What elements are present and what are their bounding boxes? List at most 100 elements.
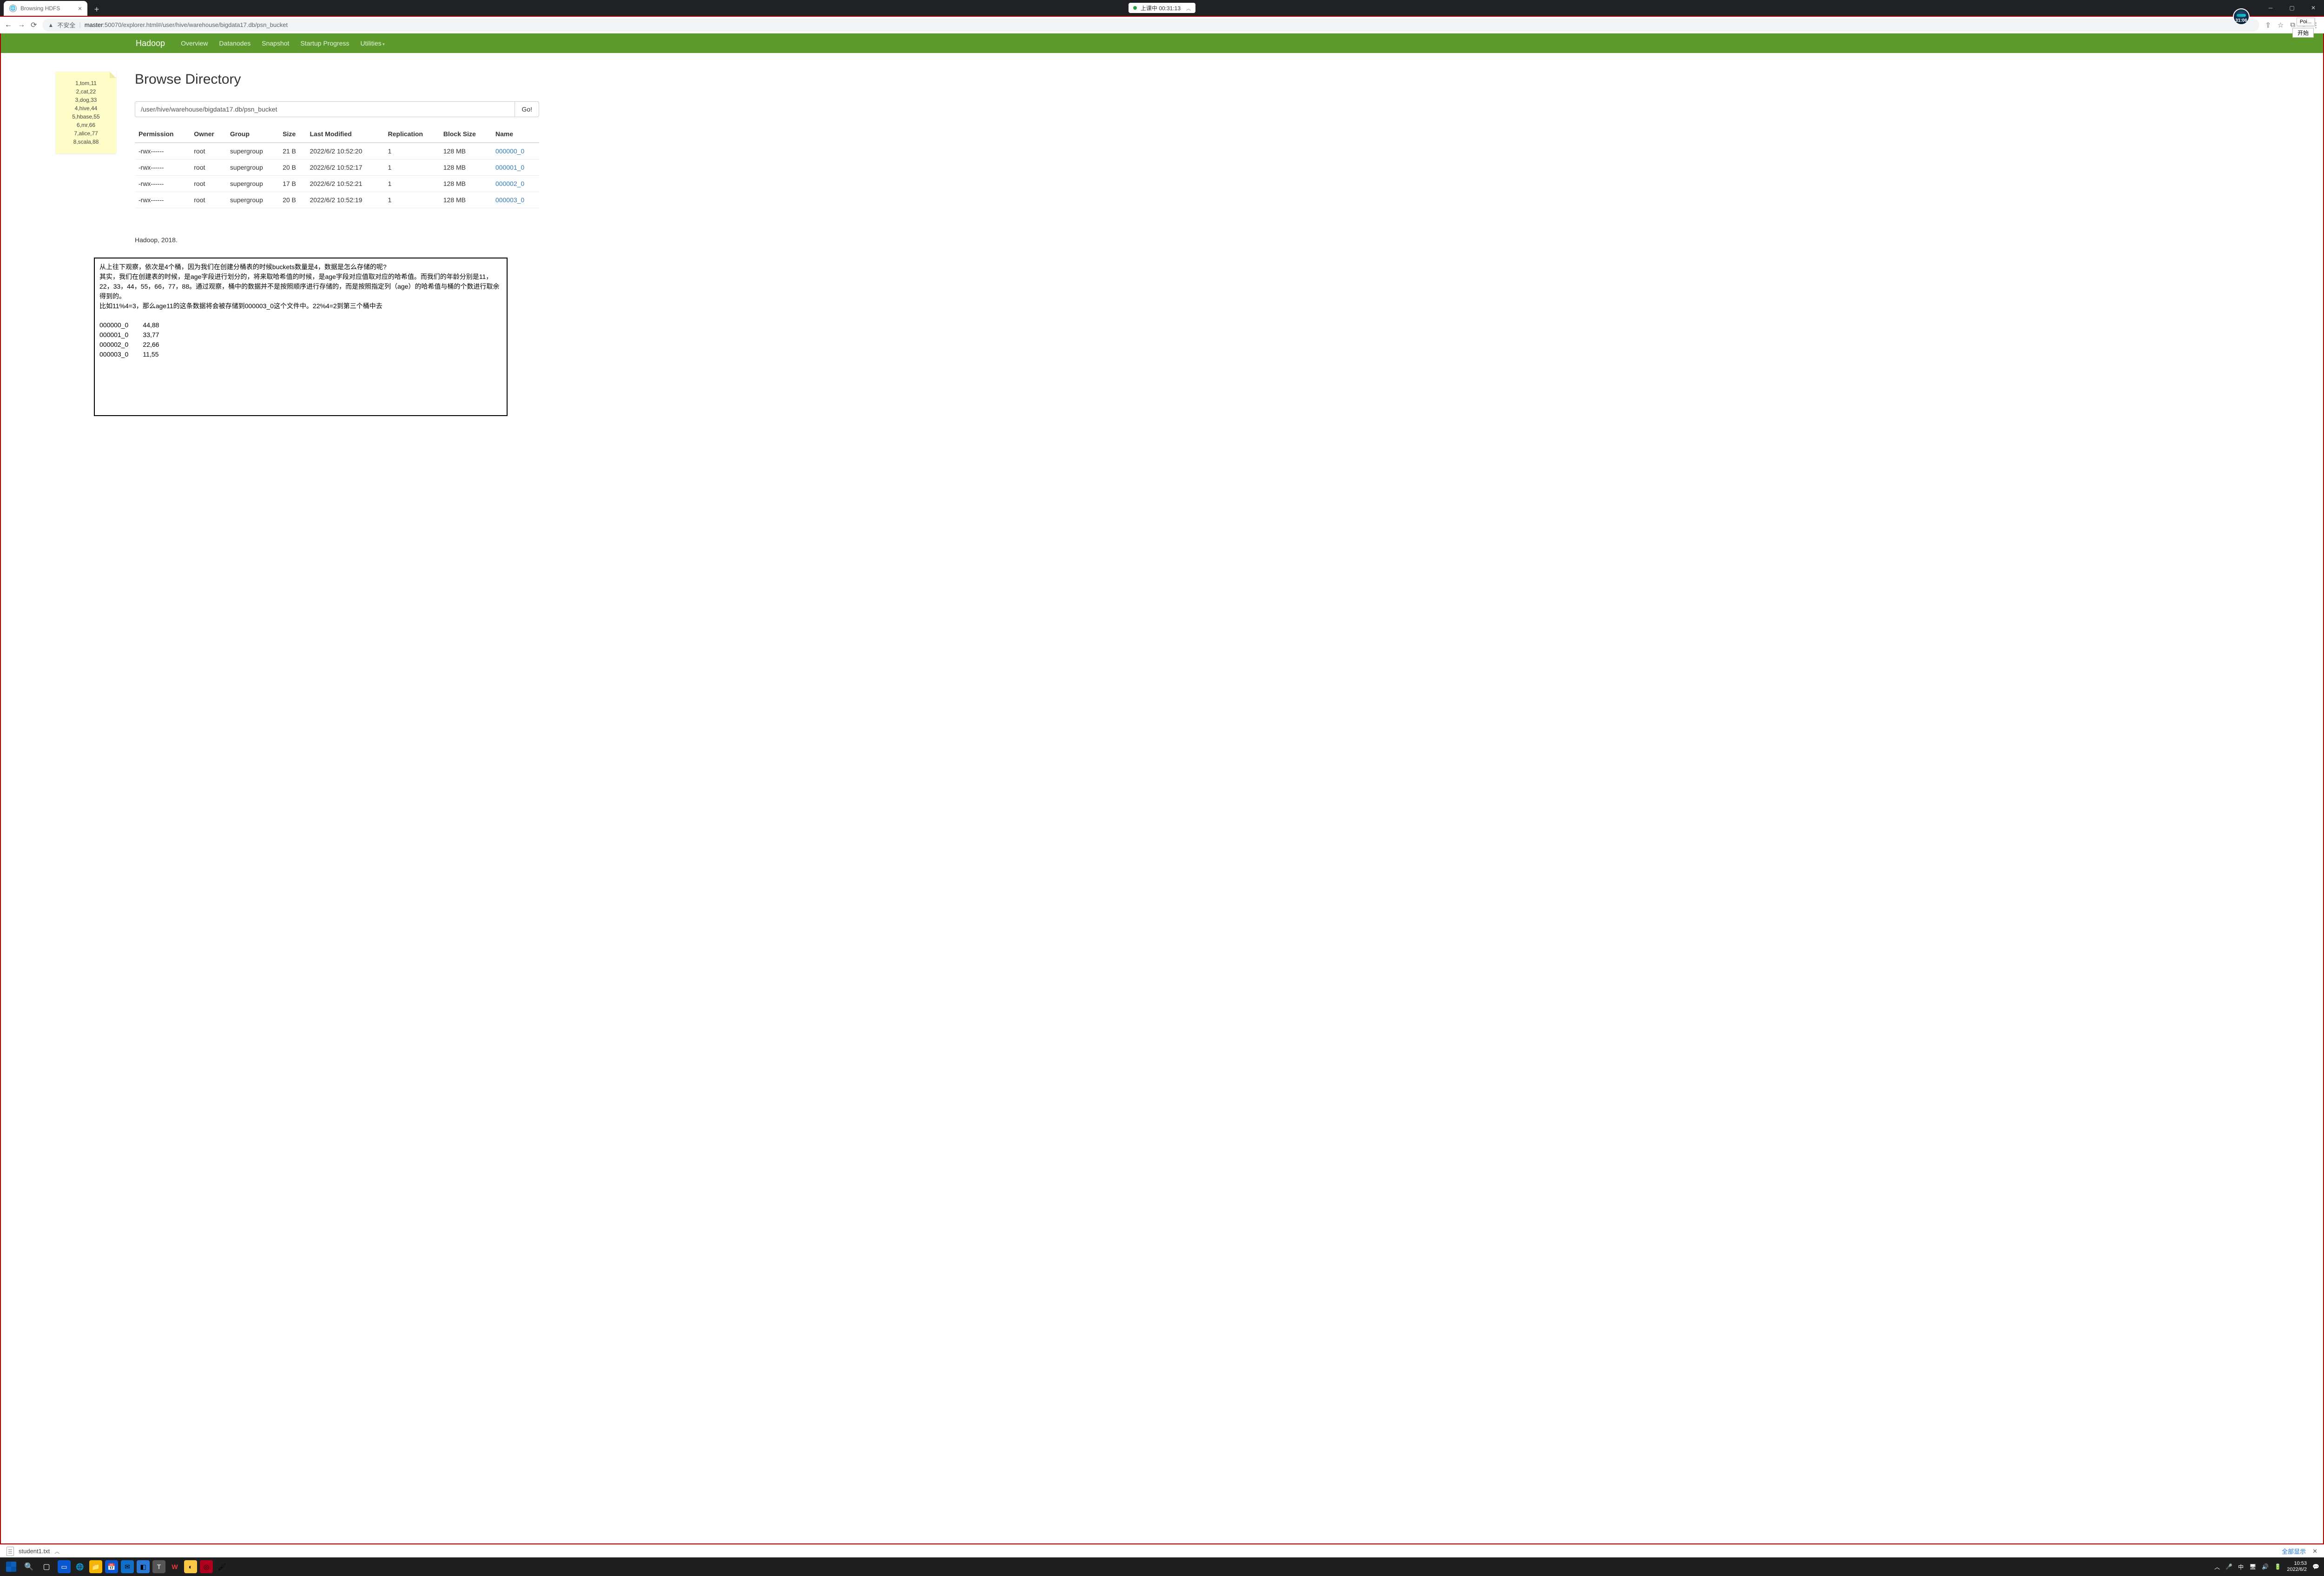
cell-owner: root	[190, 159, 226, 176]
tab-strip: 🌐 Browsing HDFS × +	[0, 0, 103, 16]
cell-name: 000000_0	[492, 143, 539, 159]
cell-group: supergroup	[226, 143, 279, 159]
taskbar-explorer-icon[interactable]: 📁	[89, 1560, 102, 1573]
th-owner[interactable]: Owner	[190, 126, 226, 143]
start-menu-button[interactable]	[5, 1560, 18, 1573]
th-permission[interactable]: Permission	[135, 126, 190, 143]
chevron-up-icon[interactable]: ︿	[1186, 5, 1191, 12]
cell-name: 000003_0	[492, 192, 539, 208]
taskbar-wps-icon[interactable]: W	[168, 1560, 181, 1573]
recording-label: 上课中 00:31:13	[1141, 4, 1181, 12]
task-view-icon[interactable]: ▢	[40, 1560, 53, 1573]
nav-reload-button[interactable]: ⟳	[31, 20, 37, 30]
download-item[interactable]: student1.txt ︿	[7, 1547, 59, 1556]
tooltip-label: Poi...	[2297, 18, 2315, 26]
recorder-avatar-badge[interactable]: 31:06	[2233, 8, 2250, 25]
share-icon[interactable]: ⇪	[2265, 21, 2271, 29]
new-tab-button[interactable]: +	[90, 3, 103, 16]
cell-owner: root	[190, 192, 226, 208]
th-size[interactable]: Size	[279, 126, 306, 143]
taskbar-mail-icon[interactable]: ✉	[121, 1560, 134, 1573]
window-maximize-button[interactable]: ▢	[2281, 0, 2303, 16]
nav-snapshot[interactable]: Snapshot	[262, 40, 289, 47]
show-all-downloads[interactable]: 全部显示	[2282, 1547, 2306, 1556]
close-download-bar-icon[interactable]: ✕	[2312, 1548, 2317, 1555]
files-table: Permission Owner Group Size Last Modifie…	[135, 126, 539, 208]
file-link[interactable]: 000002_0	[495, 180, 524, 187]
cell-block-size: 128 MB	[440, 159, 492, 176]
nav-forward-button[interactable]: →	[18, 21, 25, 29]
table-row: -rwx------rootsupergroup21 B2022/6/2 10:…	[135, 143, 539, 159]
recording-indicator[interactable]: 上课中 00:31:13 ︿	[1129, 3, 1195, 13]
taskbar-app[interactable]: ▭	[58, 1560, 71, 1573]
not-secure-label: 不安全	[57, 20, 75, 29]
taskbar-calendar-icon[interactable]: 📅	[105, 1560, 118, 1573]
nav-datanodes[interactable]: Datanodes	[219, 40, 251, 47]
cell-modified: 2022/6/2 10:52:17	[306, 159, 384, 176]
tray-chevron-up-icon[interactable]: ︿	[2214, 1563, 2220, 1571]
not-secure-icon: ▲	[48, 22, 53, 28]
nav-back-button[interactable]: ←	[5, 21, 12, 29]
cell-permission: -rwx------	[135, 176, 190, 192]
tray-volume-icon[interactable]: 🔊	[2262, 1563, 2269, 1570]
nav-utilities[interactable]: Utilities	[360, 40, 384, 47]
tray-network-icon[interactable]: 🖥	[2249, 1563, 2256, 1570]
window-close-button[interactable]: ✕	[2303, 0, 2324, 16]
nav-startup-progress[interactable]: Startup Progress	[300, 40, 349, 47]
sticky-note: 1,tom,11 2,cat,22 3,dog,33 4,hive,44 5,h…	[56, 72, 116, 153]
path-input[interactable]	[135, 101, 515, 117]
cell-block-size: 128 MB	[440, 176, 492, 192]
tray-ime-icon[interactable]: 中	[2238, 1563, 2244, 1571]
hadoop-navbar: Hadoop Overview Datanodes Snapshot Start…	[1, 33, 2323, 53]
cell-permission: -rwx------	[135, 143, 190, 159]
tray-notifications-icon[interactable]: 💬	[2312, 1563, 2319, 1570]
tab-close-icon[interactable]: ×	[78, 5, 82, 12]
hadoop-brand[interactable]: Hadoop	[136, 39, 165, 48]
footer-text: Hadoop, 2018.	[135, 236, 539, 244]
download-bar: student1.txt ︿ 全部显示 ✕	[0, 1544, 2324, 1557]
taskbar-chrome-icon[interactable]: 🌐	[73, 1560, 86, 1573]
tray-clock[interactable]: 10:53 2022/6/2	[2287, 1561, 2307, 1572]
cell-size: 20 B	[279, 159, 306, 176]
address-bar[interactable]: ▲ 不安全 | master:50070/explorer.html#/user…	[42, 19, 2259, 32]
chevron-up-icon[interactable]: ︿	[54, 1548, 59, 1555]
cell-size: 21 B	[279, 143, 306, 159]
tray-time: 10:53	[2287, 1561, 2307, 1567]
browser-tab-active[interactable]: 🌐 Browsing HDFS ×	[4, 1, 87, 16]
cell-permission: -rwx------	[135, 192, 190, 208]
th-block-size[interactable]: Block Size	[440, 126, 492, 143]
sticky-line: 1,tom,11	[59, 79, 112, 87]
nav-overview[interactable]: Overview	[181, 40, 208, 47]
cell-size: 20 B	[279, 192, 306, 208]
file-link[interactable]: 000000_0	[495, 147, 524, 155]
taskbar-app[interactable]: ◧	[137, 1560, 150, 1573]
tray-mic-icon[interactable]: 🎤	[2225, 1563, 2232, 1570]
annotation-line: 从上往下观察，依次是4个桶，因为我们在创建分桶表的时候buckets数量是4，数…	[99, 262, 502, 272]
taskbar-app[interactable]: ◐	[184, 1560, 197, 1573]
cell-replication: 1	[384, 192, 440, 208]
taskbar-app[interactable]: ◎	[200, 1560, 213, 1573]
taskbar-search-icon[interactable]: 🔍	[22, 1560, 35, 1573]
th-name[interactable]: Name	[492, 126, 539, 143]
window-minimize-button[interactable]: ─	[2260, 0, 2281, 16]
th-replication[interactable]: Replication	[384, 126, 440, 143]
annotation-mapping: 000000_0 44,88 000001_0 33,77 000002_0 2…	[99, 320, 502, 359]
cell-block-size: 128 MB	[440, 192, 492, 208]
window-controls: ─ ▢ ✕	[2260, 0, 2324, 16]
th-last-modified[interactable]: Last Modified	[306, 126, 384, 143]
file-link[interactable]: 000003_0	[495, 196, 524, 204]
file-link[interactable]: 000001_0	[495, 164, 524, 171]
cell-group: supergroup	[226, 176, 279, 192]
cell-modified: 2022/6/2 10:52:19	[306, 192, 384, 208]
tray-battery-icon[interactable]: 🔋	[2274, 1563, 2281, 1570]
th-group[interactable]: Group	[226, 126, 279, 143]
table-row: -rwx------rootsupergroup20 B2022/6/2 10:…	[135, 192, 539, 208]
go-button[interactable]: Go!	[515, 101, 539, 117]
cell-modified: 2022/6/2 10:52:20	[306, 143, 384, 159]
cell-name: 000001_0	[492, 159, 539, 176]
bookmark-star-icon[interactable]: ☆	[2278, 21, 2284, 29]
annotation-box: 从上往下观察，依次是4个桶，因为我们在创建分桶表的时候buckets数量是4，数…	[94, 258, 508, 416]
start-button-overlay[interactable]: 开始	[2292, 28, 2314, 38]
taskbar-app[interactable]: T	[152, 1560, 165, 1573]
taskbar-app[interactable]: 🖌	[216, 1560, 229, 1573]
